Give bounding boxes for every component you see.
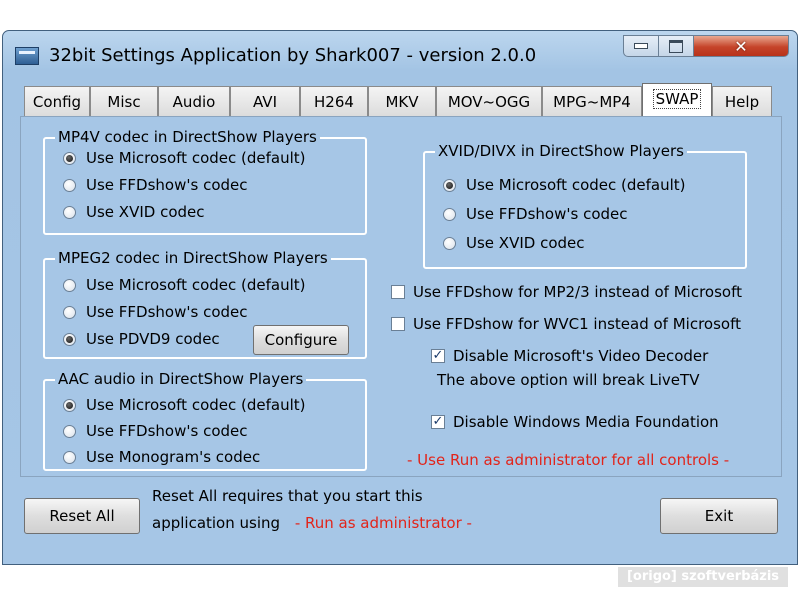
group-legend: XVID/DIVX in DirectShow Players xyxy=(435,142,687,160)
radio-icon xyxy=(63,205,76,219)
tab-help[interactable]: Help xyxy=(712,86,772,116)
option-label: Use FFDshow's codec xyxy=(86,422,248,440)
tab-swap[interactable]: SWAP xyxy=(642,83,712,117)
tab-h264[interactable]: H264 xyxy=(300,86,368,116)
radio-icon xyxy=(63,305,76,319)
radio-selected-icon xyxy=(443,178,456,192)
admin-note: - Use Run as administrator for all contr… xyxy=(407,451,730,469)
option-label: Use FFDshow's codec xyxy=(86,176,248,194)
mp4v-microsoft-radio[interactable]: Use Microsoft codec (default) xyxy=(63,147,306,169)
tab-label: AVI xyxy=(253,93,277,111)
xvid-microsoft-radio[interactable]: Use Microsoft codec (default) xyxy=(443,174,686,196)
tab-label: Help xyxy=(724,93,760,111)
tab-label: Config xyxy=(32,93,82,111)
radio-icon xyxy=(63,424,76,438)
option-label: Use Microsoft codec (default) xyxy=(466,176,686,194)
tab-label: Audio xyxy=(172,93,216,111)
aac-group: AAC audio in DirectShow Players Use Micr… xyxy=(43,370,367,471)
tab-avi[interactable]: AVI xyxy=(230,86,300,116)
radio-icon xyxy=(63,450,76,464)
checkbox-icon xyxy=(391,317,405,331)
tab-label: Misc xyxy=(107,93,141,111)
aac-microsoft-radio[interactable]: Use Microsoft codec (default) xyxy=(63,394,306,416)
mp4v-xvid-radio[interactable]: Use XVID codec xyxy=(63,201,205,223)
checkbox-label: Disable Windows Media Foundation xyxy=(453,413,719,431)
reset-note-text: application using xyxy=(152,514,281,532)
mp4v-ffdshow-radio[interactable]: Use FFDshow's codec xyxy=(63,174,248,196)
radio-icon xyxy=(443,207,456,221)
minimize-icon xyxy=(634,43,648,49)
option-label: Use FFDshow's codec xyxy=(86,303,248,321)
mp4v-group: MP4V codec in DirectShow Players Use Mic… xyxy=(43,128,367,235)
mpeg2-microsoft-radio[interactable]: Use Microsoft codec (default) xyxy=(63,274,306,296)
minimize-button[interactable] xyxy=(623,35,659,57)
xvid-ffdshow-radio[interactable]: Use FFDshow's codec xyxy=(443,203,628,225)
checkmark-icon: ✓ xyxy=(431,414,445,429)
radio-icon xyxy=(443,236,456,250)
radio-selected-icon xyxy=(63,332,76,346)
maximize-icon xyxy=(669,39,683,53)
ffdshow-wvc1-checkbox[interactable]: Use FFDshow for WVC1 instead of Microsof… xyxy=(391,313,741,335)
option-label: Use Microsoft codec (default) xyxy=(86,149,306,167)
tab-audio[interactable]: Audio xyxy=(158,86,230,116)
reset-all-button[interactable]: Reset All xyxy=(24,498,140,534)
aac-monogram-radio[interactable]: Use Monogram's codec xyxy=(63,446,260,468)
livetv-warning: The above option will break LiveTV xyxy=(437,371,700,389)
tab-mov-ogg[interactable]: MOV~OGG xyxy=(436,86,542,116)
tab-mpg-mp4[interactable]: MPG~MP4 xyxy=(542,86,642,116)
configure-button[interactable]: Configure xyxy=(253,325,349,355)
radio-icon xyxy=(63,178,76,192)
mpeg2-ffdshow-radio[interactable]: Use FFDshow's codec xyxy=(63,301,248,323)
mpeg2-group: MPEG2 codec in DirectShow Players Use Mi… xyxy=(43,249,367,359)
mpeg2-pdvd9-radio[interactable]: Use PDVD9 codec xyxy=(63,328,220,350)
app-icon xyxy=(15,47,39,65)
xvid-xvid-radio[interactable]: Use XVID codec xyxy=(443,232,585,254)
radio-icon xyxy=(63,278,76,292)
watermark: [origo] szoftverbázis xyxy=(618,567,788,587)
group-legend: MPEG2 codec in DirectShow Players xyxy=(55,249,331,267)
option-label: Use XVID codec xyxy=(86,203,205,221)
tab-label: MPG~MP4 xyxy=(553,93,631,111)
option-label: Use FFDshow's codec xyxy=(466,205,628,223)
tab-strip: Config Misc Audio AVI H264 MKV MOV~OGG M… xyxy=(20,83,782,117)
radio-selected-icon xyxy=(63,398,76,412)
radio-selected-icon xyxy=(63,151,76,165)
group-legend: AAC audio in DirectShow Players xyxy=(55,370,307,388)
xvid-divx-group: XVID/DIVX in DirectShow Players Use Micr… xyxy=(423,142,747,269)
checkmark-icon: ✓ xyxy=(431,348,445,363)
checkbox-label: Disable Microsoft's Video Decoder xyxy=(453,347,709,365)
checkbox-label: Use FFDshow for MP2/3 instead of Microso… xyxy=(413,283,742,301)
close-button[interactable]: ✕ xyxy=(693,35,789,57)
disable-video-decoder-checkbox[interactable]: ✓ Disable Microsoft's Video Decoder xyxy=(431,345,708,367)
option-label: Use XVID codec xyxy=(466,234,585,252)
title-bar[interactable]: 32bit Settings Application by Shark007 -… xyxy=(3,31,797,75)
reset-note-line2: application using - Run as administrator… xyxy=(152,514,472,532)
option-label: Use Microsoft codec (default) xyxy=(86,396,306,414)
tab-label: MOV~OGG xyxy=(447,93,531,111)
group-legend: MP4V codec in DirectShow Players xyxy=(55,128,320,146)
checkbox-icon xyxy=(391,285,405,299)
tab-config[interactable]: Config xyxy=(24,86,90,116)
ffdshow-mp23-checkbox[interactable]: Use FFDshow for MP2/3 instead of Microso… xyxy=(391,281,742,303)
tab-label: SWAP xyxy=(652,89,702,109)
run-as-admin-note: - Run as administrator - xyxy=(294,514,472,532)
aac-ffdshow-radio[interactable]: Use FFDshow's codec xyxy=(63,420,248,442)
option-label: Use PDVD9 codec xyxy=(86,330,220,348)
option-label: Use Monogram's codec xyxy=(86,448,261,466)
window-title: 32bit Settings Application by Shark007 -… xyxy=(49,45,537,66)
tab-label: MKV xyxy=(385,93,419,111)
tab-label: H264 xyxy=(314,93,354,111)
exit-button[interactable]: Exit xyxy=(660,498,778,534)
disable-media-foundation-checkbox[interactable]: ✓ Disable Windows Media Foundation xyxy=(431,411,719,433)
close-icon: ✕ xyxy=(734,36,748,56)
option-label: Use Microsoft codec (default) xyxy=(86,276,306,294)
maximize-button[interactable] xyxy=(658,35,694,57)
reset-note-line1: Reset All requires that you start this xyxy=(152,487,423,505)
tab-mkv[interactable]: MKV xyxy=(368,86,436,116)
checkbox-label: Use FFDshow for WVC1 instead of Microsof… xyxy=(413,315,741,333)
swap-tab-panel: MP4V codec in DirectShow Players Use Mic… xyxy=(20,116,782,477)
tab-misc[interactable]: Misc xyxy=(90,86,158,116)
